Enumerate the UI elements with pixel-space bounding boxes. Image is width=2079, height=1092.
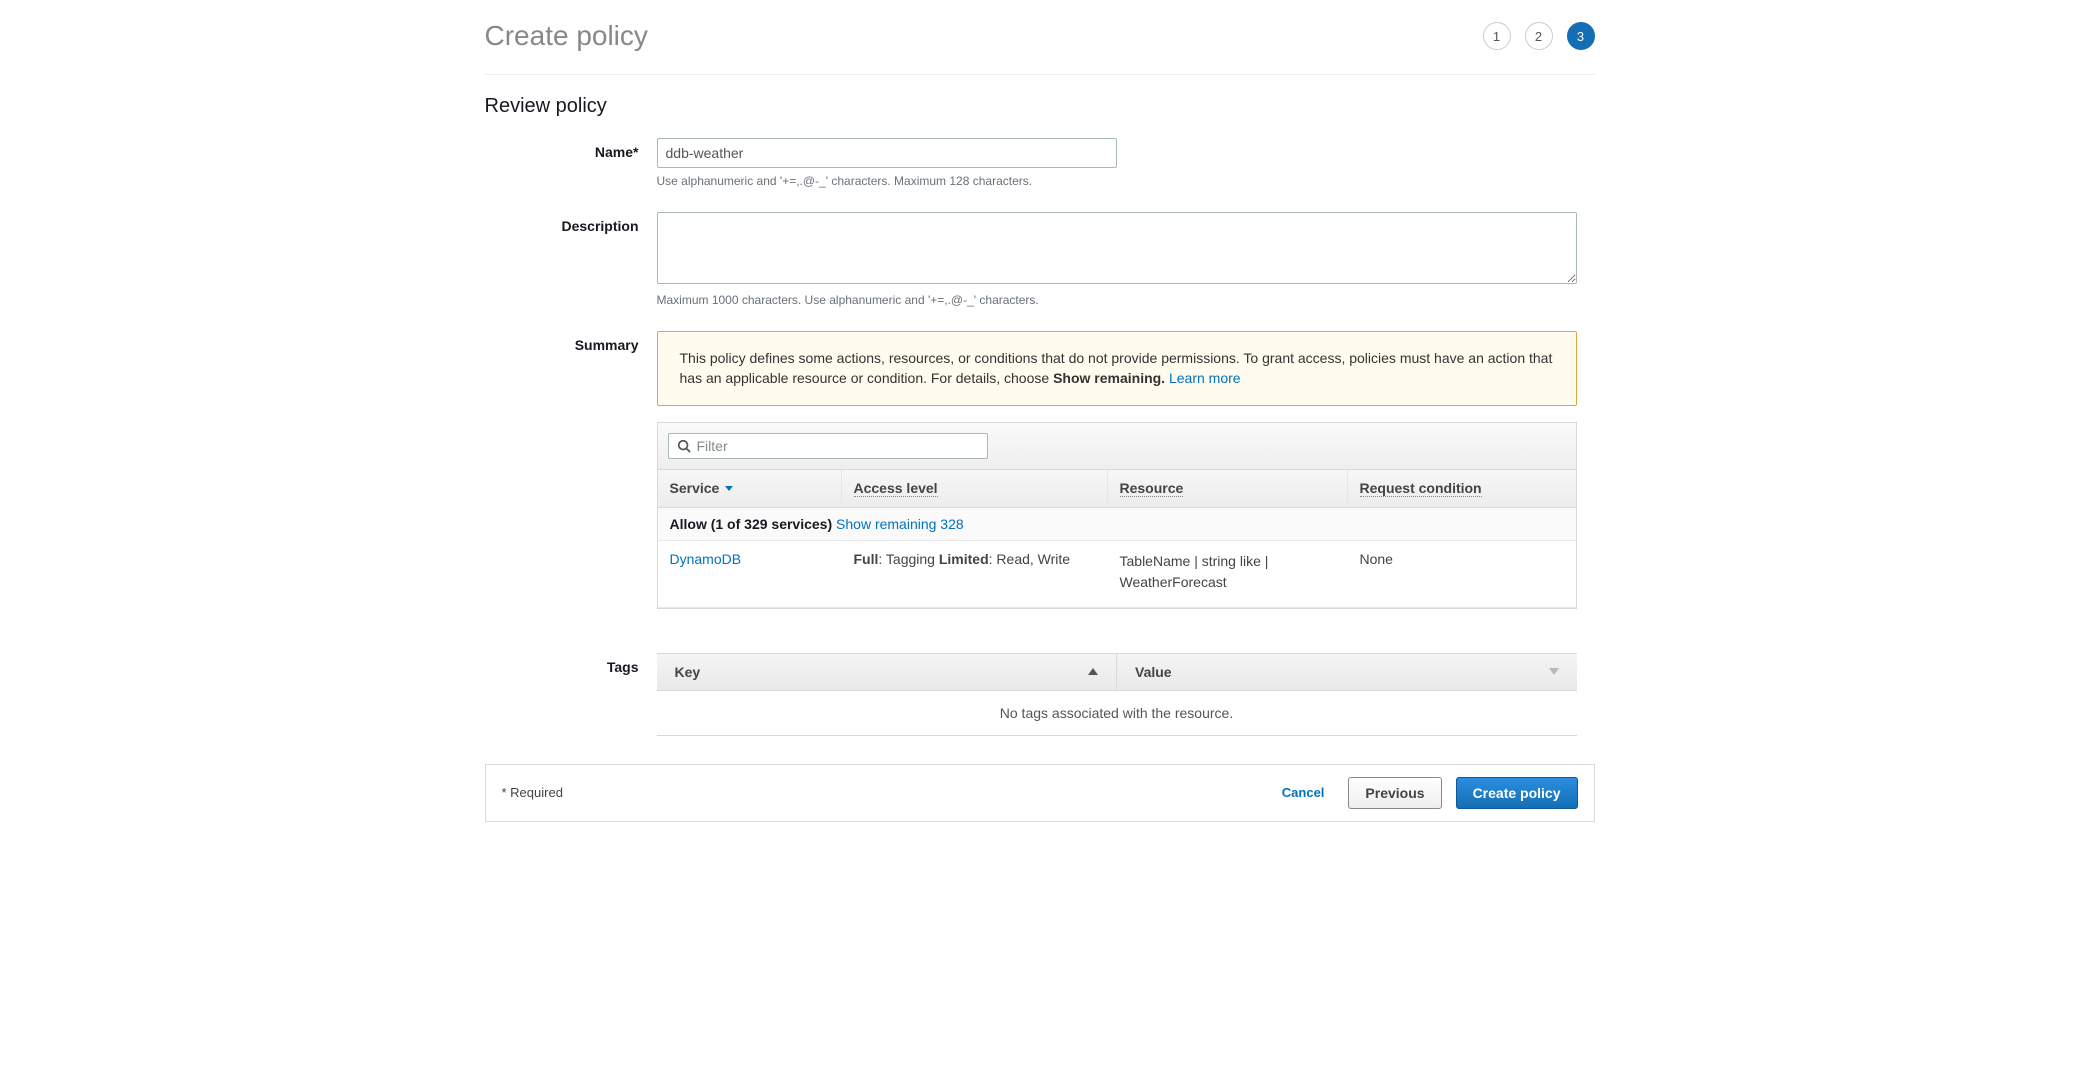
caret-down-icon [725, 486, 733, 491]
filter-bar [658, 423, 1576, 470]
filter-input-wrap[interactable] [668, 433, 988, 459]
access-limited-label: Limited [939, 551, 989, 567]
name-input[interactable] [657, 138, 1117, 168]
service-link-dynamodb[interactable]: DynamoDB [670, 551, 742, 567]
col-service[interactable]: Service [658, 470, 842, 507]
access-level-cell: Full: Tagging Limited: Read, Write [854, 551, 1120, 593]
tags-empty-message: No tags associated with the resource. [657, 691, 1577, 736]
tags-row: Tags Key Value No tags associated with t… [485, 653, 1595, 736]
resource-cell: TableName | string like | WeatherForecas… [1120, 551, 1360, 593]
name-label: Name* [485, 138, 657, 206]
filter-input[interactable] [697, 438, 979, 454]
previous-button[interactable]: Previous [1348, 777, 1441, 809]
tags-col-value-label: Value [1135, 664, 1172, 680]
create-policy-button[interactable]: Create policy [1456, 777, 1578, 809]
table-row: DynamoDB Full: Tagging Limited: Read, Wr… [658, 541, 1576, 608]
footer-bar: * Required Cancel Previous Create policy [485, 764, 1595, 822]
cancel-link[interactable]: Cancel [1282, 785, 1325, 800]
page-title: Create policy [485, 20, 648, 52]
tags-label: Tags [485, 653, 657, 736]
summary-warning: This policy defines some actions, resour… [657, 331, 1577, 406]
description-row: Description Maximum 1000 characters. Use… [485, 212, 1595, 325]
col-resource[interactable]: Resource [1108, 470, 1348, 507]
tags-col-key[interactable]: Key [657, 654, 1118, 690]
summary-panel: Service Access level Resource Request co… [657, 422, 1577, 609]
summary-row: Summary This policy defines some actions… [485, 331, 1595, 609]
page-header: Create policy 1 2 3 [485, 20, 1595, 75]
summary-label: Summary [485, 331, 657, 609]
name-row: Name* Use alphanumeric and '+=,.@-_' cha… [485, 138, 1595, 206]
search-icon [677, 439, 691, 453]
wizard-step-3[interactable]: 3 [1567, 22, 1595, 50]
access-limited-vals: : Read, Write [989, 551, 1070, 567]
col-resource-label: Resource [1120, 480, 1184, 497]
learn-more-link[interactable]: Learn more [1169, 370, 1241, 386]
allow-count: Allow (1 of 329 services) [670, 516, 833, 532]
description-textarea[interactable] [657, 212, 1577, 284]
description-label: Description [485, 212, 657, 325]
wizard-steps: 1 2 3 [1483, 22, 1595, 50]
tags-table-header: Key Value [657, 653, 1577, 691]
allow-summary-row: Allow (1 of 329 services) Show remaining… [658, 508, 1576, 541]
wizard-step-1[interactable]: 1 [1483, 22, 1511, 50]
access-full-label: Full [854, 551, 879, 567]
col-access-level[interactable]: Access level [842, 470, 1108, 507]
summary-table-header: Service Access level Resource Request co… [658, 470, 1576, 508]
col-request-condition[interactable]: Request condition [1348, 470, 1576, 507]
description-hint: Maximum 1000 characters. Use alphanumeri… [657, 293, 1595, 307]
wizard-step-2[interactable]: 2 [1525, 22, 1553, 50]
access-full-vals: : Tagging [878, 551, 938, 567]
col-access-label: Access level [854, 480, 938, 497]
sort-asc-icon [1088, 668, 1098, 675]
warning-bold: Show remaining. [1053, 370, 1165, 386]
name-hint: Use alphanumeric and '+=,.@-_' character… [657, 174, 1595, 188]
review-policy-heading: Review policy [485, 95, 1595, 118]
tags-col-key-label: Key [675, 664, 701, 680]
request-condition-cell: None [1360, 551, 1564, 593]
show-remaining-link[interactable]: Show remaining 328 [836, 516, 964, 532]
tags-col-value[interactable]: Value [1117, 654, 1577, 690]
col-service-label: Service [670, 480, 720, 496]
required-note: * Required [502, 785, 563, 800]
col-request-label: Request condition [1360, 480, 1482, 497]
sort-desc-icon [1549, 668, 1559, 675]
